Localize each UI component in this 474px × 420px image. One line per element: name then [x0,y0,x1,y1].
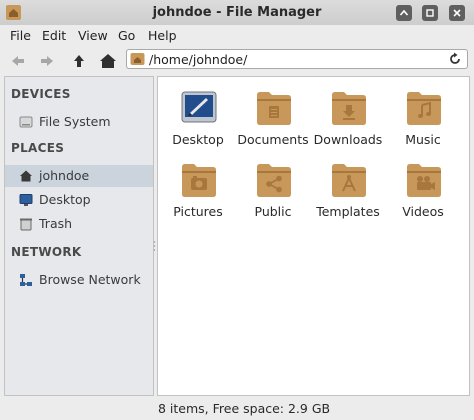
home-icon [20,170,32,182]
side-pane: DEVICES File System PLACES johndoe Deskt… [4,76,154,396]
downloads-folder-icon [332,92,366,125]
back-arrow-icon [12,56,24,66]
videos-folder-icon [407,164,441,197]
maximize-button[interactable] [396,5,412,21]
toolbar: /home/johndoe/ [0,47,474,74]
trash-icon [20,218,32,231]
menu-help[interactable]: Help [148,28,177,43]
home-icon [100,54,116,68]
forward-button[interactable] [36,50,58,72]
refresh-icon[interactable] [447,51,463,67]
section-header-devices: DEVICES [11,87,71,101]
folder-item-music[interactable]: Music [386,77,460,147]
folder-item-videos[interactable]: Videos [386,149,460,219]
status-bar: 8 items, Free space: 2.9 GB [0,397,474,420]
menu-view[interactable]: View [78,28,108,43]
forward-arrow-icon [41,56,53,66]
status-text: 8 items, Free space: 2.9 GB [158,401,331,416]
close-button[interactable] [449,5,465,21]
title-bar[interactable]: johndoe - File Manager [0,0,474,26]
sidebar-item-trash[interactable]: Trash [5,213,153,235]
sidebar-item-label: File System [39,114,111,129]
pictures-folder-icon [182,164,216,197]
location-bar[interactable]: /home/johndoe/ [126,49,468,69]
chevron-up-icon [399,9,409,16]
harddisk-icon [19,116,33,128]
folder-item-pictures[interactable]: Pictures [161,149,235,219]
square-icon [426,9,434,17]
folder-item-public[interactable]: Public [236,149,310,219]
pane-resize-handle[interactable] [153,240,156,252]
folder-label: Public [254,204,292,219]
up-button[interactable] [68,50,90,72]
folder-item-desktop[interactable]: Desktop [161,77,235,147]
sidebar-item-label: Desktop [39,192,91,207]
sidebar-item-file-system[interactable]: File System [5,111,153,133]
close-icon [453,9,461,17]
desktop-folder-icon [181,91,217,123]
sidebar-item-label: johndoe [39,168,90,183]
file-manager-window: johndoe - File Manager File Edit View Go… [0,0,474,420]
menu-file[interactable]: File [10,28,31,43]
desktop-icon [19,194,33,206]
up-arrow-icon [74,55,84,67]
location-path[interactable]: /home/johndoe/ [149,52,247,67]
folder-label: Documents [237,132,309,147]
section-header-places: PLACES [11,141,65,155]
minimize-button[interactable] [422,5,438,21]
folder-item-documents[interactable]: Documents [236,77,310,147]
templates-folder-icon [332,164,366,197]
folder-label: Pictures [173,204,223,219]
sidebar-item-label: Browse Network [39,272,141,287]
sidebar-item-desktop[interactable]: Desktop [5,189,153,211]
back-button[interactable] [7,50,29,72]
folder-label: Templates [316,204,380,219]
music-folder-icon [407,92,441,125]
sidebar-item-browse-network[interactable]: Browse Network [5,269,153,291]
folder-label: Downloads [313,132,383,147]
menu-edit[interactable]: Edit [42,28,66,43]
sidebar-item-johndoe[interactable]: johndoe [5,165,153,187]
folder-label: Videos [402,204,444,219]
home-button[interactable] [97,50,119,72]
menu-go[interactable]: Go [118,28,135,43]
section-header-network: NETWORK [11,245,82,259]
folder-label: Music [405,132,441,147]
public-folder-icon [257,164,291,197]
sidebar-item-label: Trash [39,216,73,231]
folder-item-downloads[interactable]: Downloads [311,77,385,147]
icon-view[interactable]: Desktop Documents Downloads Music Pictur… [157,76,470,396]
network-icon [20,274,32,286]
folder-icon [130,53,145,65]
folder-label: Desktop [172,132,224,147]
documents-folder-icon [257,92,291,125]
folder-item-templates[interactable]: Templates [311,149,385,219]
menu-bar: File Edit View Go Help [0,25,474,47]
